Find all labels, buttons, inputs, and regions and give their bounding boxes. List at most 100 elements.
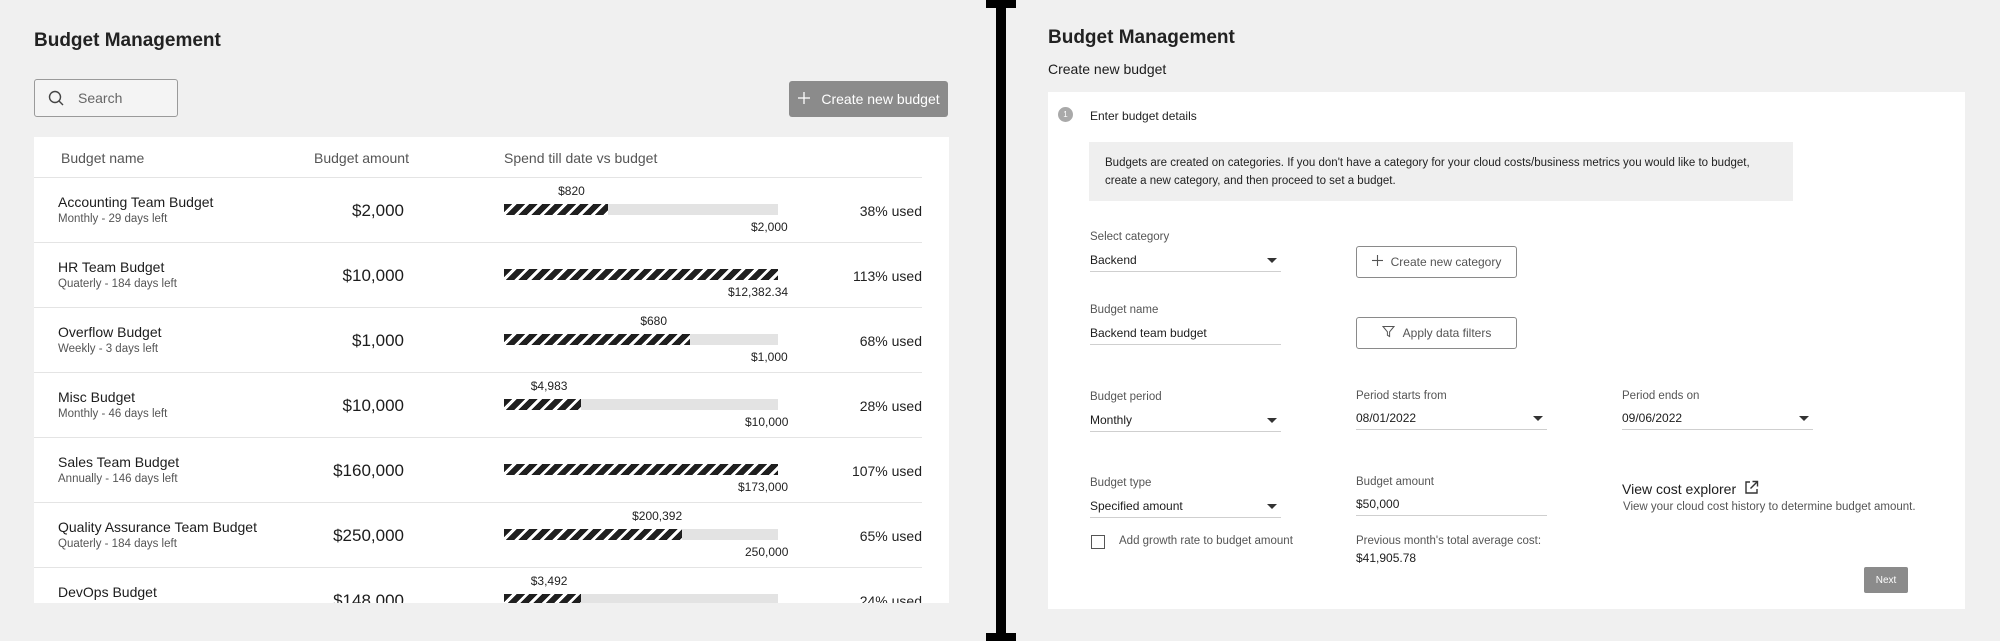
spend-progress-fill <box>504 529 683 540</box>
spend-progress-bar <box>504 464 778 475</box>
table-row[interactable]: Misc Budget Monthly - 46 days left $10,000… <box>34 372 922 437</box>
budget-name-label: Budget name <box>1090 304 1159 316</box>
period-start-select[interactable]: 08/01/2022 <box>1356 405 1547 430</box>
budget-limit-label: $12,382.34 <box>728 285 789 299</box>
table-row[interactable]: Quality Assurance Team Budget Quaterly - … <box>34 502 922 567</box>
category-select-value: Backend <box>1090 253 1137 267</box>
budget-period-text: Quaterly - 184 days left <box>58 278 177 290</box>
col-header-name: Budget name <box>61 150 145 166</box>
budget-limit-label: $173,000 <box>738 480 789 494</box>
chevron-down-icon <box>1533 416 1543 421</box>
budget-limit-label: $10,000 <box>745 415 789 429</box>
step-indicator: 1 <box>1058 107 1073 122</box>
spend-progress-bar <box>504 399 778 410</box>
cost-explorer-description: View your cloud cost history to determin… <box>1623 501 1916 513</box>
budget-name-input[interactable] <box>1090 320 1281 340</box>
spend-progress-fill <box>504 204 609 215</box>
period-start-label: Period starts from <box>1356 390 1447 402</box>
spend-progress-bar <box>504 529 778 540</box>
usage-percent: 38% used <box>859 203 922 219</box>
budget-amount-label: Budget amount <box>1356 476 1435 488</box>
period-end-value: 09/06/2022 <box>1622 411 1683 425</box>
col-header-spend: Spend till date vs budget <box>504 150 658 166</box>
period-end-select[interactable]: 09/06/2022 <box>1622 405 1813 430</box>
table-row[interactable]: Sales Team Budget Annually - 146 days lef… <box>34 437 922 502</box>
spent-label: $820 <box>558 184 585 198</box>
table-row[interactable]: Accounting Team Budget Monthly - 29 days … <box>34 177 922 242</box>
apply-filters-label: Apply data filters <box>1402 326 1492 340</box>
period-start-value: 08/01/2022 <box>1356 411 1417 425</box>
spent-label: $4,983 <box>530 379 568 393</box>
budget-type-select[interactable]: Specified amount <box>1090 493 1281 518</box>
budget-amount-field[interactable] <box>1356 491 1547 516</box>
budget-amount: $1,000 <box>352 331 404 350</box>
budget-name: Accounting Team Budget <box>58 194 214 210</box>
spent-label: $680 <box>640 314 668 328</box>
external-link-icon <box>1744 480 1759 498</box>
budget-period-value: Monthly <box>1090 413 1133 427</box>
budget-period-text: Annually - 146 days left <box>58 473 178 485</box>
chevron-down-icon <box>1267 504 1277 509</box>
growth-rate-checkbox[interactable] <box>1091 535 1105 549</box>
table-row[interactable]: DevOps Budget $148,000 $3,492 24% used <box>34 567 922 603</box>
create-budget-label: Create new budget <box>821 91 940 107</box>
budget-amount: $148,000 <box>333 591 404 603</box>
spent-label: $3,492 <box>530 574 568 588</box>
budget-limit-label: 250,000 <box>745 545 789 559</box>
prev-avg-label: Previous month's total average cost: <box>1356 535 1542 547</box>
search-box[interactable] <box>34 79 178 117</box>
spent-label: $200,392 <box>632 509 683 523</box>
budget-amount: $2,000 <box>352 201 404 220</box>
period-end-label: Period ends on <box>1622 390 1700 402</box>
create-category-label: Create new category <box>1390 255 1502 269</box>
budget-name: Misc Budget <box>58 389 136 405</box>
budget-name: DevOps Budget <box>58 584 157 600</box>
usage-percent: 113% used <box>852 268 922 284</box>
budget-name-field[interactable] <box>1090 320 1281 345</box>
table-row[interactable]: HR Team Budget Quaterly - 184 days left $1… <box>34 242 922 307</box>
plus-icon <box>1371 255 1383 269</box>
apply-filters-button[interactable]: Apply data filters <box>1356 317 1517 349</box>
usage-percent: 65% used <box>859 528 922 544</box>
budget-period-text: Quaterly - 184 days left <box>58 538 177 550</box>
spend-progress-bar <box>504 334 778 345</box>
budget-amount: $250,000 <box>333 526 404 545</box>
cost-explorer-label: View cost explorer <box>1622 481 1737 497</box>
budget-period-text: Monthly - 46 days left <box>58 408 168 420</box>
budget-period-label: Budget period <box>1090 391 1162 403</box>
usage-percent: 68% used <box>859 333 922 349</box>
budget-amount: $160,000 <box>333 461 404 480</box>
divider-cap-top <box>986 0 1016 8</box>
budget-limit-label: $2,000 <box>751 220 788 234</box>
filter-icon <box>1381 325 1395 341</box>
table-row[interactable]: Overflow Budget Weekly - 3 days left $1,00… <box>34 307 922 372</box>
budget-type-label: Budget type <box>1090 477 1152 489</box>
spend-progress-fill <box>504 464 778 475</box>
budget-name: Quality Assurance Team Budget <box>58 519 257 535</box>
budget-amount-input[interactable] <box>1356 491 1547 511</box>
chevron-down-icon <box>1267 258 1277 263</box>
usage-percent: 28% used <box>859 398 922 414</box>
budget-amount: $10,000 <box>342 266 404 285</box>
category-select[interactable]: Backend <box>1090 247 1281 272</box>
budget-name: Sales Team Budget <box>58 454 180 470</box>
budget-period-text: Weekly - 3 days left <box>58 343 159 355</box>
next-button[interactable]: Next <box>1864 567 1908 593</box>
create-budget-button[interactable]: Create new budget <box>789 81 948 117</box>
select-category-label: Select category <box>1090 231 1170 243</box>
prev-avg-value: $41,905.78 <box>1356 551 1417 565</box>
budget-period-select[interactable]: Monthly <box>1090 407 1281 432</box>
spend-progress-bar <box>504 204 778 215</box>
budget-period-text: Monthly - 29 days left <box>58 213 168 225</box>
budget-table: Budget name Budget amount Spend till dat… <box>34 137 949 603</box>
spend-progress-bar <box>504 269 778 280</box>
spend-progress-fill <box>504 399 581 410</box>
create-category-button[interactable]: Create new category <box>1356 246 1517 278</box>
spend-progress-fill <box>504 269 778 280</box>
spend-progress-fill <box>504 334 691 345</box>
growth-rate-label: Add growth rate to budget amount <box>1119 535 1293 547</box>
search-input[interactable] <box>78 90 168 106</box>
cost-explorer-link[interactable]: View cost explorer <box>1622 480 1759 498</box>
usage-percent: 107% used <box>851 463 922 479</box>
spend-progress-bar <box>504 594 778 603</box>
